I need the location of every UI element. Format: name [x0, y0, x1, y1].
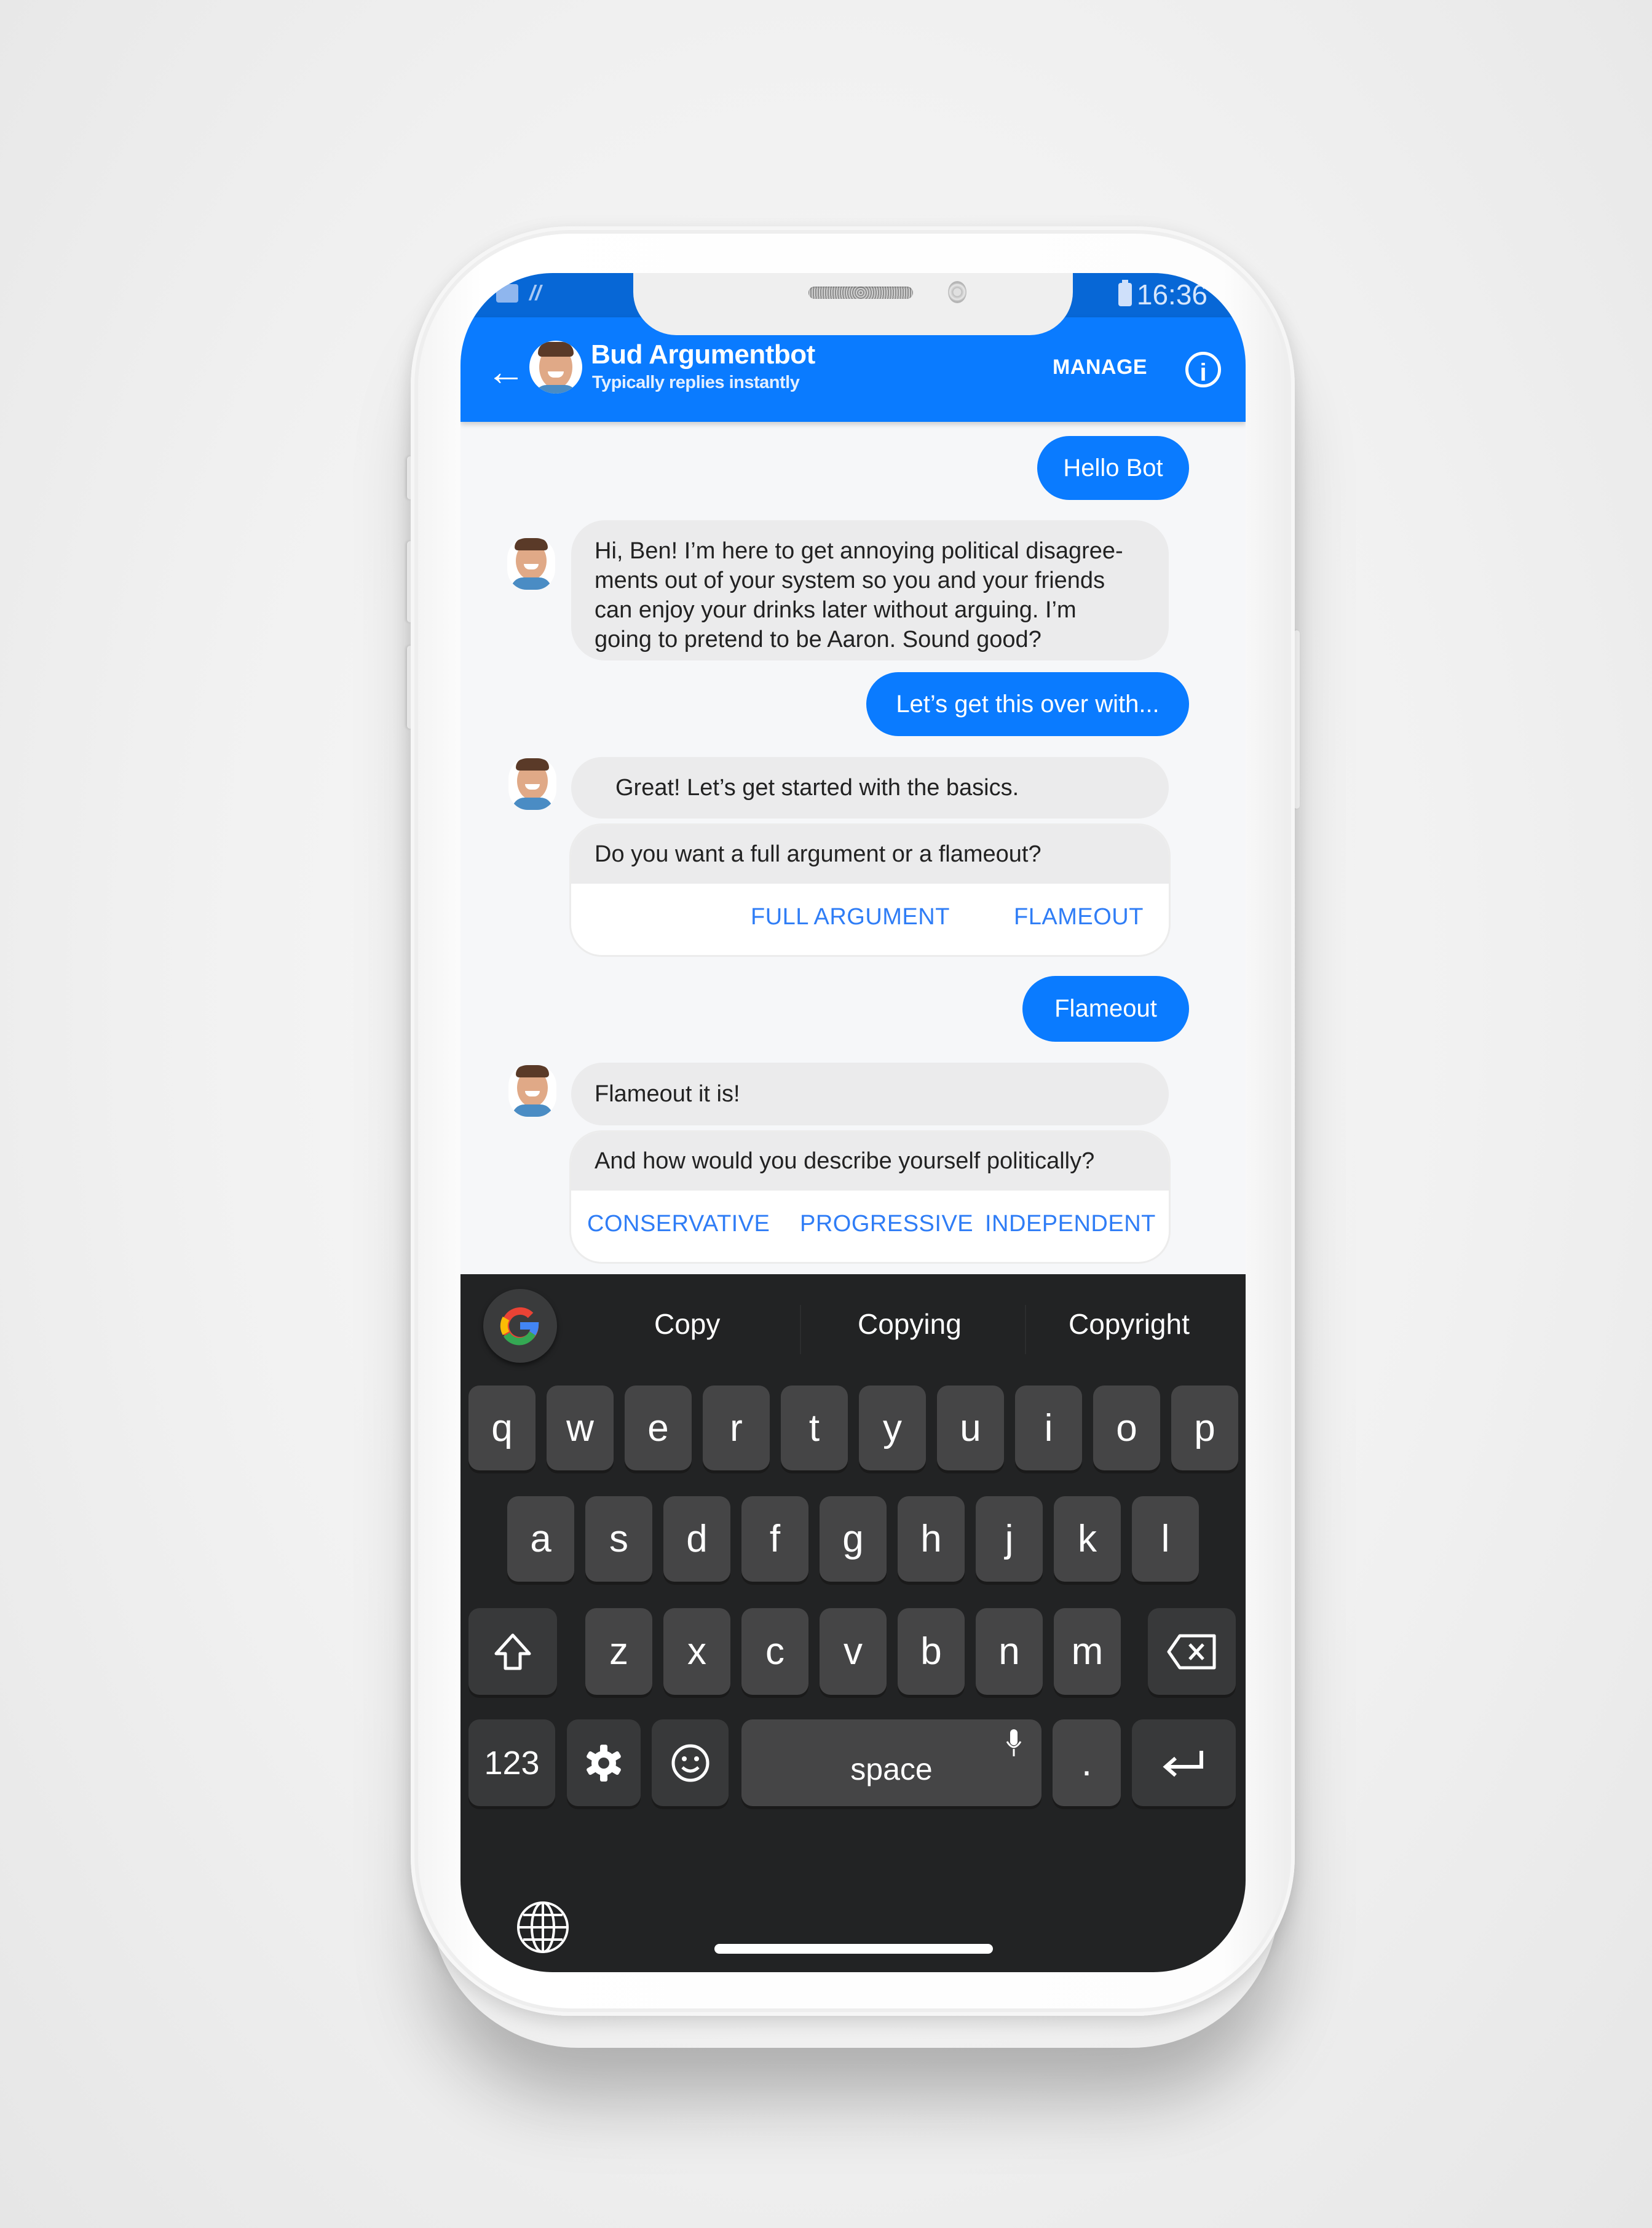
backspace-icon — [1167, 1634, 1215, 1669]
card-question: Do you want a full argument or a flameou… — [571, 825, 1169, 884]
key-h[interactable]: h — [898, 1496, 965, 1582]
card-question: And how would you describe yourself poli… — [571, 1132, 1169, 1191]
key-r[interactable]: r — [703, 1386, 770, 1470]
quick-reply-card: And how would you describe yourself poli… — [571, 1132, 1169, 1262]
key-g[interactable]: g — [820, 1496, 887, 1582]
space-key-label: space — [850, 1751, 933, 1786]
message-text: Flameout it is! — [595, 1080, 740, 1107]
suggestion-copying[interactable]: Copying — [858, 1307, 962, 1341]
quick-reply-flameout[interactable]: FLAMEOUT — [1014, 904, 1144, 930]
arrow-left-icon[interactable]: ← — [486, 352, 526, 391]
message-line: ments out of your system so you and your… — [595, 568, 1105, 593]
key-x[interactable]: x — [663, 1608, 730, 1695]
period-key[interactable]: . — [1053, 1719, 1121, 1806]
key-i[interactable]: i — [1015, 1386, 1082, 1470]
keyboard: Copy Copying Copyright qwertyuiop asdfgh… — [460, 1274, 1246, 1972]
key-v[interactable]: v — [820, 1608, 887, 1695]
quick-reply-card: Do you want a full argument or a flameou… — [571, 825, 1169, 955]
google-icon[interactable] — [483, 1289, 557, 1363]
gear-icon — [587, 1744, 621, 1782]
manage-button[interactable]: MANAGE — [1053, 355, 1147, 379]
shift-key[interactable] — [468, 1608, 557, 1695]
message-text: Do you want a full argument or a flameou… — [595, 841, 1041, 867]
key-n[interactable]: n — [976, 1608, 1043, 1695]
key-m[interactable]: m — [1054, 1608, 1121, 1695]
message-bot: Flameout it is! — [571, 1063, 1169, 1125]
numbers-key[interactable]: 123 — [468, 1719, 555, 1806]
message-text: And how would you describe yourself poli… — [595, 1148, 1095, 1174]
info-icon[interactable]: i — [1185, 352, 1221, 387]
key-j[interactable]: j — [976, 1496, 1043, 1582]
key-u[interactable]: u — [937, 1386, 1004, 1470]
key-f[interactable]: f — [741, 1496, 808, 1582]
message-bot: Hi, Ben! I’m here to get annoying politi… — [571, 520, 1169, 660]
quick-reply-independent[interactable]: INDEPENDENT — [985, 1211, 1156, 1237]
google-g-logo — [500, 1307, 539, 1346]
key-z[interactable]: z — [585, 1608, 652, 1695]
message-text: Let’s get this over with... — [896, 690, 1160, 718]
suggestion-divider — [1025, 1305, 1026, 1354]
quick-reply-full-argument[interactable]: FULL ARGUMENT — [751, 904, 950, 930]
suggestion-divider — [800, 1305, 801, 1354]
key-q[interactable]: q — [468, 1386, 536, 1470]
bot-avatar — [507, 538, 555, 590]
key-y[interactable]: y — [859, 1386, 926, 1470]
key-l[interactable]: l — [1132, 1496, 1199, 1582]
notch — [633, 273, 1073, 335]
signal-scribble-icon: // — [529, 282, 541, 305]
message-text: Hello Bot — [1063, 454, 1163, 482]
message-line: Hi, Ben! I’m here to get annoying politi… — [595, 538, 1123, 564]
key-d[interactable]: d — [663, 1496, 730, 1582]
message-line: going to pretend to be Aaron. Sound good… — [595, 627, 1041, 652]
quick-reply-progressive[interactable]: PROGRESSIVE — [800, 1211, 973, 1237]
bot-avatar-header[interactable] — [529, 341, 582, 394]
battery-icon — [1118, 280, 1132, 306]
suggestion-copyright[interactable]: Copyright — [1069, 1307, 1190, 1341]
backspace-key[interactable] — [1148, 1608, 1236, 1695]
status-right: 16:36 — [1118, 278, 1207, 311]
message-bot: Great! Let’s get started with the basics… — [571, 757, 1169, 819]
message-line: can enjoy your drinks later without argu… — [595, 597, 1077, 623]
front-camera — [948, 281, 966, 303]
enter-key[interactable] — [1132, 1719, 1236, 1806]
home-indicator[interactable] — [714, 1944, 993, 1954]
message-user: Let’s get this over with... — [866, 672, 1189, 736]
bot-avatar — [508, 758, 556, 810]
emoji-icon — [671, 1744, 709, 1782]
quick-reply-conservative[interactable]: CONSERVATIVE — [587, 1211, 770, 1237]
clock: 16:36 — [1136, 279, 1207, 311]
suggestion-copy[interactable]: Copy — [654, 1307, 720, 1341]
key-a[interactable]: a — [507, 1496, 574, 1582]
phone-screen: // 16:36 ← Bud Argumentbot Typically rep… — [460, 273, 1246, 1972]
chat-subtitle: Typically replies instantly — [592, 373, 800, 392]
key-p[interactable]: p — [1171, 1386, 1238, 1470]
status-left-icons: // — [496, 282, 541, 306]
message-text: Great! Let’s get started with the basics… — [615, 774, 1019, 801]
key-e[interactable]: e — [625, 1386, 692, 1470]
message-text: Flameout — [1054, 995, 1157, 1022]
message-user: Hello Bot — [1037, 436, 1189, 500]
microphone-icon — [1006, 1729, 1022, 1756]
key-o[interactable]: o — [1093, 1386, 1160, 1470]
key-b[interactable]: b — [898, 1608, 965, 1695]
key-k[interactable]: k — [1054, 1496, 1121, 1582]
enter-icon — [1162, 1750, 1203, 1777]
key-w[interactable]: w — [547, 1386, 614, 1470]
emoji-key[interactable] — [652, 1719, 729, 1806]
key-t[interactable]: t — [781, 1386, 848, 1470]
outlook-icon — [496, 284, 518, 303]
speaker-grille — [808, 287, 913, 299]
key-s[interactable]: s — [585, 1496, 652, 1582]
space-key[interactable]: space — [741, 1719, 1041, 1806]
settings-key[interactable] — [567, 1719, 641, 1806]
bot-avatar — [508, 1065, 556, 1117]
chat-title: Bud Argumentbot — [591, 339, 815, 370]
globe-icon[interactable] — [515, 1899, 571, 1959]
message-user: Flameout — [1022, 976, 1189, 1042]
numbers-key-label: 123 — [484, 1744, 540, 1782]
shift-icon — [494, 1633, 531, 1670]
period-key-label: . — [1081, 1742, 1093, 1784]
key-c[interactable]: c — [741, 1608, 808, 1695]
